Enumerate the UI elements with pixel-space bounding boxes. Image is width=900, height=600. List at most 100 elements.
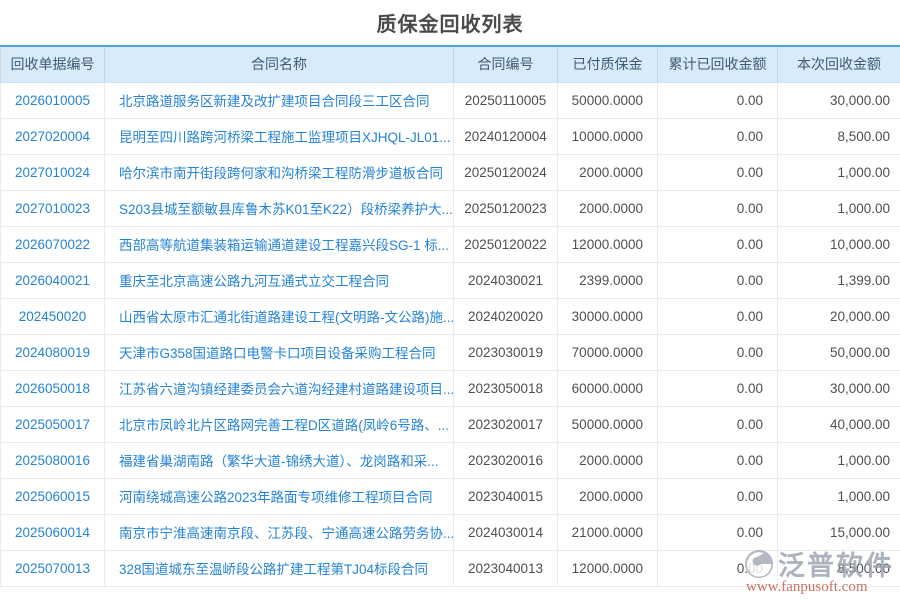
contract-no-cell: 20250120024	[454, 154, 558, 190]
contract-name-link[interactable]: 天津市G358国道路口电警卡口项目设备采购工程合同	[119, 346, 436, 361]
recovered-total-cell: 0.00	[658, 298, 778, 334]
recovered-now-cell: 1,000.00	[778, 154, 900, 190]
page: 质保金回收列表 回收单据编号 合同名称 合同编号 已付质保金 累计已回收金额 本…	[0, 0, 900, 587]
contract-name-link-cell: 哈尔滨市南开街段跨何家和沟桥梁工程防滑步道板合同	[105, 154, 454, 190]
contract-name-link[interactable]: 江苏省六道沟镇经建委员会六道沟经建村道路建设项目...	[119, 382, 454, 397]
doc-no-link[interactable]: 2027010023	[15, 201, 90, 216]
contract-name-link-cell: 昆明至四川路跨河桥梁工程施工监理项目XJHQL-JL01...	[105, 118, 454, 154]
paid-amount-cell: 70000.0000	[558, 334, 658, 370]
contract-name-link[interactable]: 南京市宁淮高速南京段、江苏段、宁通高速公路劳务协...	[119, 526, 454, 541]
doc-no-link[interactable]: 2025070013	[15, 561, 90, 576]
table-row: 2025050017北京市凤岭北片区路网完善工程D区道路(凤岭6号路、...20…	[1, 406, 900, 442]
doc-no-link-cell: 2027010024	[1, 154, 105, 190]
doc-no-link-cell: 2025050017	[1, 406, 105, 442]
recovered-total-cell: 0.00	[658, 190, 778, 226]
col-header-recovered-total: 累计已回收金额	[658, 46, 778, 82]
page-title: 质保金回收列表	[0, 0, 900, 45]
doc-no-link[interactable]: 2025080016	[15, 453, 90, 468]
table-row: 2027010023 S203县城至额敏县库鲁木苏K01至K22）段桥梁养护大..…	[1, 190, 900, 226]
recovered-now-cell: 20,000.00	[778, 298, 900, 334]
table-row: 2025060014南京市宁淮高速南京段、江苏段、宁通高速公路劳务协...202…	[1, 514, 900, 550]
paid-amount-cell: 12000.0000	[558, 226, 658, 262]
doc-no-link[interactable]: 2027010024	[15, 165, 90, 180]
recovered-now-cell: 1,000.00	[778, 190, 900, 226]
recovered-total-cell: 0.00	[658, 82, 778, 118]
doc-no-link[interactable]: 2026010005	[15, 93, 90, 108]
table-header-row: 回收单据编号 合同名称 合同编号 已付质保金 累计已回收金额 本次回收金额	[1, 46, 900, 82]
contract-name-link[interactable]: 昆明至四川路跨河桥梁工程施工监理项目XJHQL-JL01...	[119, 130, 451, 145]
paid-amount-cell: 2000.0000	[558, 190, 658, 226]
doc-no-link[interactable]: 2025060015	[15, 489, 90, 504]
table-row: 2027020004 昆明至四川路跨河桥梁工程施工监理项目XJHQL-JL01..…	[1, 118, 900, 154]
recovered-now-cell: 15,000.00	[778, 514, 900, 550]
doc-no-link[interactable]: 202450020	[19, 309, 87, 324]
doc-no-link-cell: 2026050018	[1, 370, 105, 406]
recovered-now-cell: 1,000.00	[778, 478, 900, 514]
contract-name-link[interactable]: 西部高等航道集装箱运输通道建设工程嘉兴段SG-1 标...	[119, 238, 449, 253]
recovered-total-cell: 0.00	[658, 406, 778, 442]
doc-no-link-cell: 2025070013	[1, 550, 105, 586]
doc-no-link[interactable]: 2026040021	[15, 273, 90, 288]
doc-no-link[interactable]: 2026070022	[15, 237, 90, 252]
paid-amount-cell: 50000.0000	[558, 82, 658, 118]
doc-no-link[interactable]: 2024080019	[15, 345, 90, 360]
doc-no-link-cell: 2027010023	[1, 190, 105, 226]
doc-no-link-cell: 2025060014	[1, 514, 105, 550]
recovered-total-cell: 0.00	[658, 118, 778, 154]
doc-no-link[interactable]: 2025050017	[15, 417, 90, 432]
contract-name-link[interactable]: 哈尔滨市南开街段跨何家和沟桥梁工程防滑步道板合同	[119, 166, 443, 181]
table-row: 202450020山西省太原市汇通北街道路建设工程(文明路-文公路)施...20…	[1, 298, 900, 334]
contract-name-link-cell: 北京市凤岭北片区路网完善工程D区道路(凤岭6号路、...	[105, 406, 454, 442]
contract-name-link[interactable]: 北京路道服务区新建及改扩建项目合同段三工区合同	[119, 94, 430, 109]
contract-name-link[interactable]: S203县城至额敏县库鲁木苏K01至K22）段桥梁养护大...	[119, 202, 453, 217]
paid-amount-cell: 2000.0000	[558, 442, 658, 478]
col-header-contract-no: 合同编号	[454, 46, 558, 82]
paid-amount-cell: 2000.0000	[558, 154, 658, 190]
contract-name-link[interactable]: 重庆至北京高速公路九河互通式立交工程合同	[119, 274, 389, 289]
table-body: 2026010005北京路道服务区新建及改扩建项目合同段三工区合同2025011…	[1, 82, 900, 586]
contract-name-link-cell: 328国道城东至温峤段公路扩建工程第TJ04标段合同	[105, 550, 454, 586]
table-row: 2027010024 哈尔滨市南开街段跨何家和沟桥梁工程防滑步道板合同 202501…	[1, 154, 900, 190]
recovered-total-cell: 0.00	[658, 334, 778, 370]
contract-name-link-cell: 江苏省六道沟镇经建委员会六道沟经建村道路建设项目...	[105, 370, 454, 406]
recovered-total-cell: 0.00	[658, 226, 778, 262]
contract-no-cell: 2023040015	[454, 478, 558, 514]
contract-no-cell: 2024020020	[454, 298, 558, 334]
table-row: 2026010005北京路道服务区新建及改扩建项目合同段三工区合同2025011…	[1, 82, 900, 118]
col-header-paid: 已付质保金	[558, 46, 658, 82]
table-row: 2025070013328国道城东至温峤段公路扩建工程第TJ04标段合同2023…	[1, 550, 900, 586]
contract-name-link-cell: 西部高等航道集装箱运输通道建设工程嘉兴段SG-1 标...	[105, 226, 454, 262]
doc-no-link[interactable]: 2027020004	[15, 129, 90, 144]
doc-no-link-cell: 2026010005	[1, 82, 105, 118]
paid-amount-cell: 30000.0000	[558, 298, 658, 334]
table-row: 2025060015 河南绕城高速公路2023年路面专项维修工程项目合同 20230…	[1, 478, 900, 514]
contract-name-link[interactable]: 328国道城东至温峤段公路扩建工程第TJ04标段合同	[119, 562, 428, 577]
col-header-recovered-now: 本次回收金额	[778, 46, 900, 82]
recovered-total-cell: 0.00	[658, 550, 778, 586]
contract-name-link-cell: 重庆至北京高速公路九河互通式立交工程合同	[105, 262, 454, 298]
col-header-contract-name: 合同名称	[105, 46, 454, 82]
doc-no-link[interactable]: 2025060014	[15, 525, 90, 540]
recovered-now-cell: 30,000.00	[778, 370, 900, 406]
contract-name-link-cell: 福建省巢湖南路（繁华大道-锦绣大道）、龙岗路和采...	[105, 442, 454, 478]
paid-amount-cell: 2000.0000	[558, 478, 658, 514]
recovered-now-cell: 1,000.00	[778, 442, 900, 478]
contract-name-link[interactable]: 山西省太原市汇通北街道路建设工程(文明路-文公路)施...	[119, 310, 454, 325]
contract-no-cell: 2023020016	[454, 442, 558, 478]
paid-amount-cell: 21000.0000	[558, 514, 658, 550]
recovered-now-cell: 50,000.00	[778, 334, 900, 370]
paid-amount-cell: 2399.0000	[558, 262, 658, 298]
recovered-total-cell: 0.00	[658, 154, 778, 190]
contract-name-link[interactable]: 河南绕城高速公路2023年路面专项维修工程项目合同	[119, 490, 433, 505]
paid-amount-cell: 10000.0000	[558, 118, 658, 154]
doc-no-link[interactable]: 2026050018	[15, 381, 90, 396]
contract-name-link[interactable]: 北京市凤岭北片区路网完善工程D区道路(凤岭6号路、...	[119, 418, 449, 433]
doc-no-link-cell: 2025080016	[1, 442, 105, 478]
table-row: 2026050018江苏省六道沟镇经建委员会六道沟经建村道路建设项目...202…	[1, 370, 900, 406]
recovered-total-cell: 0.00	[658, 514, 778, 550]
paid-amount-cell: 12000.0000	[558, 550, 658, 586]
recovered-total-cell: 0.00	[658, 370, 778, 406]
contract-name-link[interactable]: 福建省巢湖南路（繁华大道-锦绣大道）、龙岗路和采...	[119, 454, 439, 469]
contract-name-link-cell: 山西省太原市汇通北街道路建设工程(文明路-文公路)施...	[105, 298, 454, 334]
doc-no-link-cell: 2026070022	[1, 226, 105, 262]
